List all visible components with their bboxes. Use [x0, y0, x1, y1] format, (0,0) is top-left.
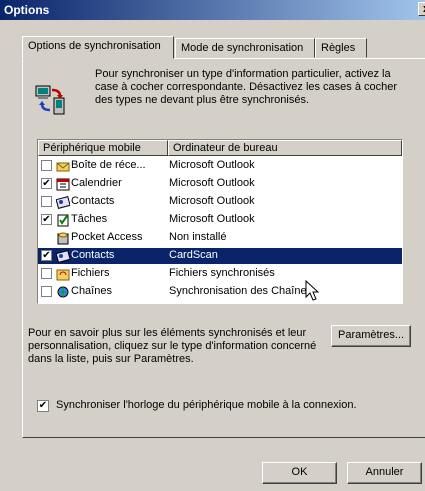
clock-sync-label: Synchroniser l'horloge du périphérique m…	[56, 399, 357, 411]
list-header: Périphérique mobile Ordinateur de bureau	[38, 140, 402, 156]
row-checkbox[interactable]	[41, 196, 52, 207]
row-desktop-name: Synchronisation des Chaînes	[169, 285, 313, 297]
row-desktop-name: Microsoft Outlook	[169, 213, 255, 225]
checkmark-icon: ✔	[42, 178, 51, 189]
list-row[interactable]: Chaînes Synchronisation des Chaînes	[38, 284, 402, 300]
sync-icon	[35, 85, 65, 115]
sync-items-list[interactable]: Périphérique mobile Ordinateur de bureau…	[37, 139, 403, 304]
options-dialog: Options x Options de synchronisation Mod…	[0, 0, 425, 491]
row-device-name: Contacts	[71, 195, 115, 207]
row-desktop-name: Microsoft Outlook	[169, 195, 255, 207]
tab-sync-options[interactable]: Options de synchronisation	[22, 36, 174, 59]
pocket-access-icon	[57, 232, 69, 245]
row-device-name: Boîte de réce...	[71, 159, 146, 171]
row-device-name: Pocket Access	[71, 231, 143, 243]
column-header-device[interactable]: Périphérique mobile	[38, 140, 168, 156]
tab-label: Règles	[321, 42, 356, 54]
row-device-name: Chaînes	[71, 285, 112, 297]
row-checkbox[interactable]: ✔	[41, 178, 52, 189]
list-row[interactable]: Pocket Access Non installé	[38, 230, 402, 246]
row-checkbox[interactable]: ✔	[41, 214, 52, 225]
inbox-icon	[56, 162, 70, 172]
close-button[interactable]: x	[418, 2, 425, 16]
tasks-icon	[57, 214, 69, 227]
channels-icon	[57, 286, 69, 298]
row-desktop-name: Microsoft Outlook	[169, 177, 255, 189]
row-desktop-name: Non installé	[169, 231, 227, 243]
window-title: Options	[4, 3, 50, 17]
row-device-name: Calendrier	[71, 177, 122, 189]
ok-button[interactable]: OK	[262, 462, 337, 484]
cancel-button[interactable]: Annuler	[347, 462, 422, 484]
checkmark-icon: ✔	[42, 214, 51, 225]
row-device-name: Contacts	[71, 249, 115, 261]
row-desktop-name: CardScan	[169, 249, 218, 261]
files-icon	[56, 269, 70, 281]
tab-label: Mode de synchronisation	[181, 42, 304, 54]
info-text: Pour en savoir plus sur les éléments syn…	[28, 327, 317, 365]
calendar-icon	[56, 178, 70, 191]
row-device-name: Fichiers	[71, 267, 110, 279]
contacts-icon	[56, 249, 70, 263]
tab-rules[interactable]: Règles	[315, 38, 367, 58]
row-checkbox[interactable]	[41, 268, 52, 279]
column-header-desktop[interactable]: Ordinateur de bureau	[168, 140, 402, 156]
clock-sync-checkbox[interactable]: ✔	[37, 400, 49, 412]
row-checkbox[interactable]	[41, 286, 52, 297]
title-bar[interactable]: Options x	[0, 0, 425, 20]
tab-label: Options de synchronisation	[28, 40, 161, 52]
tab-sync-mode[interactable]: Mode de synchronisation	[175, 38, 315, 58]
contacts-icon	[56, 195, 70, 209]
row-desktop-name: Fichiers synchronisés	[169, 267, 275, 279]
list-row[interactable]: ✔ Tâches Microsoft Outlook	[38, 212, 402, 228]
list-row[interactable]: ✔ Calendrier Microsoft Outlook	[38, 176, 402, 192]
checkmark-icon: ✔	[38, 400, 48, 411]
row-desktop-name: Microsoft Outlook	[169, 159, 255, 171]
list-row[interactable]: Boîte de réce... Microsoft Outlook	[38, 158, 402, 174]
list-row[interactable]: Contacts Microsoft Outlook	[38, 194, 402, 210]
list-row[interactable]: ✔ Contacts CardScan	[38, 248, 402, 264]
checkmark-icon: ✔	[42, 250, 51, 261]
row-device-name: Tâches	[71, 213, 108, 225]
mouse-cursor-icon	[305, 280, 320, 301]
intro-text: Pour synchroniser un type d'information …	[95, 68, 398, 106]
row-checkbox[interactable]	[41, 160, 52, 171]
row-checkbox[interactable]: ✔	[41, 250, 52, 261]
list-row[interactable]: Fichiers Fichiers synchronisés	[38, 266, 402, 282]
settings-button[interactable]: Paramètres...	[331, 325, 411, 347]
